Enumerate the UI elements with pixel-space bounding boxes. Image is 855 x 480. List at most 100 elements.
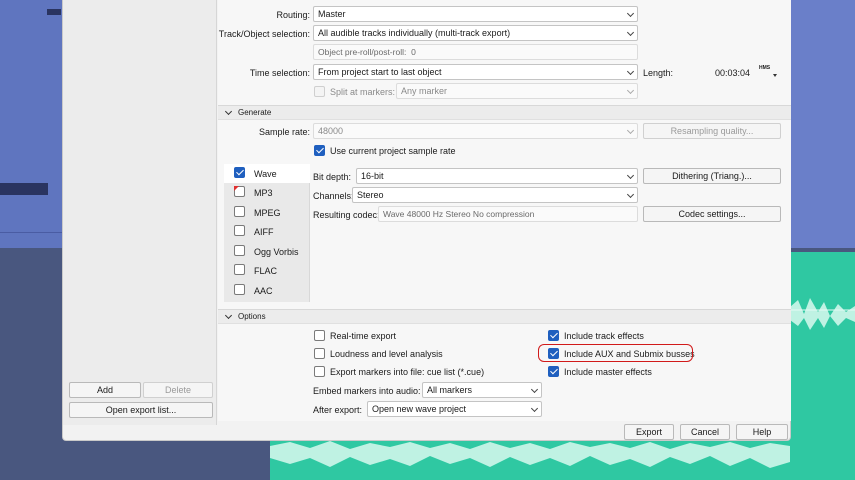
after-export-select[interactable]: Open new wave project [367, 401, 542, 417]
delete-button[interactable]: Delete [143, 382, 213, 398]
length-label: Length: [643, 68, 674, 78]
generate-section-header[interactable]: Generate [218, 105, 791, 120]
realtime-export-checkbox[interactable] [314, 330, 325, 341]
chevron-down-icon [626, 67, 635, 76]
channels-label: Channels: [313, 191, 354, 201]
embed-markers-select[interactable]: All markers [422, 382, 542, 398]
options-section-header[interactable]: Options [218, 309, 791, 324]
cancel-button[interactable]: Cancel [680, 424, 730, 440]
routing-select[interactable]: Master [313, 6, 638, 22]
export-settings-panel: Routing: Master Track/Object selection: … [218, 0, 791, 421]
channels-value: Stereo [357, 190, 384, 200]
codec-settings-button[interactable]: Codec settings... [643, 206, 781, 222]
export-markers-text: Export markers into file: [330, 367, 425, 377]
split-markers-select[interactable]: Any marker [396, 83, 638, 99]
format-item-aac[interactable]: AAC [224, 281, 310, 300]
sample-rate-value: 48000 [318, 126, 344, 136]
split-markers-checkbox[interactable] [314, 86, 325, 97]
format-list[interactable]: Wave MP3 MPEG AIFF Ogg Vorbis FLAC AAC [224, 164, 310, 302]
length-value: 00:03:04 [715, 68, 751, 78]
track-divider [0, 232, 62, 233]
export-list-panel[interactable]: Add Delete Open export list... [63, 0, 217, 425]
preroll-value: 0 [411, 47, 416, 57]
chevron-down-icon [626, 28, 635, 37]
chevron-down-icon [530, 404, 539, 413]
embed-markers-value: All markers [427, 385, 473, 395]
annotation-highlight [538, 344, 693, 362]
embed-markers-label: Embed markers into audio: [313, 386, 421, 396]
chevron-down-icon [626, 86, 635, 95]
waveform-right [790, 298, 855, 330]
use-current-rate-checkbox[interactable] [314, 145, 325, 156]
master-effects-checkbox[interactable] [548, 366, 559, 377]
bit-depth-label: Bit depth: [313, 172, 352, 182]
codec-label: Resulting codec: [313, 210, 380, 220]
export-markers-format[interactable]: cue list (*.cue) [427, 367, 484, 377]
chevron-down-icon [224, 311, 233, 320]
after-export-label: After export: [313, 405, 363, 415]
format-item-flac[interactable]: FLAC [224, 261, 310, 280]
time-selection-label: Time selection: [249, 68, 310, 78]
format-label: MP3 [254, 188, 273, 198]
format-item-mpeg[interactable]: MPEG [224, 203, 310, 222]
help-button[interactable]: Help [736, 424, 788, 440]
loudness-analysis-checkbox[interactable] [314, 348, 325, 359]
bit-depth-select[interactable]: 16-bit [356, 168, 638, 184]
format-item-mp3[interactable]: MP3 [224, 183, 310, 202]
sample-rate-select[interactable]: 48000 [313, 123, 638, 139]
loudness-analysis-label: Loudness and level analysis [330, 349, 443, 359]
generate-title: Generate [238, 108, 272, 117]
track-bar-small [47, 9, 61, 15]
sample-rate-label: Sample rate: [258, 127, 310, 137]
split-markers-value: Any marker [401, 86, 448, 96]
resampling-quality-button[interactable]: Resampling quality... [643, 123, 781, 139]
chevron-down-icon [626, 190, 635, 199]
export-button[interactable]: Export [624, 424, 674, 440]
track-bar [0, 183, 48, 195]
track-effects-label: Include track effects [564, 331, 644, 341]
track-selection-label: Track/Object selection: [218, 29, 310, 39]
format-label: AIFF [254, 227, 274, 237]
master-effects-label: Include master effects [564, 367, 652, 377]
use-current-rate-label: Use current project sample rate [330, 146, 456, 156]
dithering-button[interactable]: Dithering (Triang.)... [643, 168, 781, 184]
time-format-toggle[interactable]: HMS [759, 65, 770, 71]
export-dialog: Add Delete Open export list... Routing: … [62, 0, 791, 441]
track-selection-value: All audible tracks individually (multi-t… [318, 28, 511, 38]
chevron-down-icon [626, 171, 635, 180]
time-selection-select[interactable]: From project start to last object [313, 64, 638, 80]
format-item-wave[interactable]: Wave [224, 164, 310, 183]
channels-select[interactable]: Stereo [352, 187, 638, 203]
format-checkbox-aac[interactable] [234, 284, 245, 295]
format-label: MPEG [254, 208, 281, 218]
open-export-list-button[interactable]: Open export list... [69, 402, 213, 418]
chevron-down-icon [626, 126, 635, 135]
options-title: Options [238, 312, 266, 321]
format-label: AAC [254, 286, 273, 296]
chevron-down-icon [626, 9, 635, 18]
caret-down-icon[interactable] [773, 74, 777, 77]
bit-depth-value: 16-bit [361, 171, 384, 181]
chevron-down-icon [530, 385, 539, 394]
format-item-aiff[interactable]: AIFF [224, 222, 310, 241]
format-label: Wave [254, 169, 277, 179]
preroll-field[interactable]: Object pre-roll/post-roll: 0 [313, 44, 638, 60]
chevron-down-icon [224, 107, 233, 116]
split-markers-label: Split at markers: [330, 87, 396, 97]
format-checkbox-flac[interactable] [234, 264, 245, 275]
time-selection-value: From project start to last object [318, 67, 442, 77]
realtime-export-label: Real-time export [330, 331, 397, 341]
track-selection-select[interactable]: All audible tracks individually (multi-t… [313, 25, 638, 41]
format-checkbox-mpeg[interactable] [234, 206, 245, 217]
export-markers-label: Export markers into file: cue list (*.cu… [330, 367, 484, 377]
routing-label: Routing: [276, 10, 310, 20]
track-effects-checkbox[interactable] [548, 330, 559, 341]
add-button[interactable]: Add [69, 382, 141, 398]
format-checkbox-ogg[interactable] [234, 245, 245, 256]
waveform-bottom [270, 441, 790, 468]
format-checkbox-wave[interactable] [234, 167, 245, 178]
preroll-label: Object pre-roll/post-roll: [318, 47, 407, 57]
format-item-ogg[interactable]: Ogg Vorbis [224, 242, 310, 261]
format-checkbox-aiff[interactable] [234, 225, 245, 236]
export-markers-checkbox[interactable] [314, 366, 325, 377]
